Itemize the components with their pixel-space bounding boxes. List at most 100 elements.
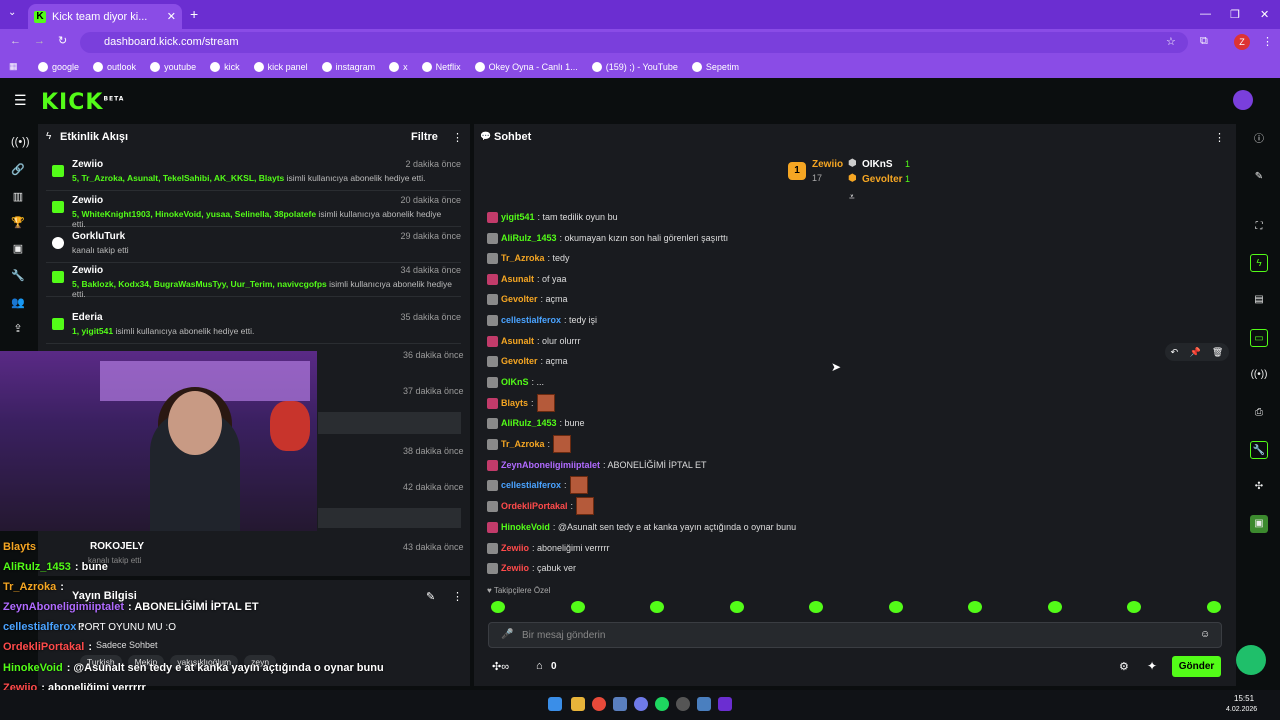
bookmark-item[interactable]: x — [389, 62, 408, 72]
printer-icon[interactable]: ⎙ — [1250, 404, 1268, 422]
event-row[interactable]: Ederia 35 dakika önce 1, yigit541 isimli k… — [46, 312, 461, 344]
tools-toggle-icon[interactable]: 🔧 — [1250, 441, 1268, 459]
live-icon[interactable]: ((•)) — [11, 136, 30, 150]
event-row[interactable]: Zewiio 2 dakika önce 5, Tr_Azroka, Asunalt… — [46, 159, 461, 191]
integrations-icon[interactable]: ✣ — [1250, 478, 1268, 496]
bookmark-item[interactable]: Sepetim — [691, 62, 739, 72]
reply-icon[interactable]: ↶ — [1171, 347, 1179, 358]
emote-icon[interactable] — [809, 601, 823, 613]
profile-avatar[interactable]: Z — [1234, 34, 1250, 50]
analytics-icon[interactable]: ▥ — [11, 190, 25, 204]
bookmark-item[interactable]: youtube — [150, 62, 196, 72]
chat-message[interactable]: Gevolter: açma — [487, 292, 568, 306]
edit-pencil-icon[interactable]: ✎ — [426, 590, 435, 603]
emote-icon[interactable] — [729, 601, 744, 613]
link-icon[interactable]: 🔗 — [11, 163, 25, 177]
pencil-icon[interactable]: ✎ — [1250, 168, 1268, 186]
close-tab-icon[interactable]: ✕ — [167, 10, 176, 23]
trophy-icon[interactable]: 🏆 — [11, 216, 25, 230]
emote-icon[interactable] — [1206, 601, 1221, 613]
chat-username[interactable]: Tr_Azroka — [501, 439, 545, 449]
wrench-icon[interactable]: 🔧 — [11, 269, 25, 283]
bookmark-item[interactable]: instagram — [321, 62, 375, 72]
reload-icon[interactable]: ↻ — [58, 34, 67, 47]
event-row-highlight[interactable] — [318, 412, 461, 434]
bookmark-item[interactable]: kick panel — [253, 62, 308, 72]
explorer-icon[interactable] — [571, 697, 585, 711]
emoji-picker-icon[interactable]: ☺ — [1200, 629, 1210, 640]
document-icon[interactable]: ▤ — [1250, 291, 1268, 309]
app-square-icon[interactable]: ▣ — [1250, 515, 1268, 533]
expand-chevron-icon[interactable]: ⩡ — [849, 192, 855, 203]
chat-message[interactable]: Tr_Azroka: — [487, 435, 572, 453]
bookmark-item[interactable]: Okey Oyna - Canlı 1... — [474, 62, 578, 72]
screen-icon[interactable]: ⛶ — [1250, 218, 1268, 236]
chat-message[interactable]: yigit541: tam tedilik oyun bu — [487, 210, 618, 224]
send-button[interactable]: Gönder — [1172, 656, 1221, 677]
menu-hamburger-icon[interactable]: ☰ — [14, 92, 27, 109]
chat-message[interactable]: Zewiio: aboneliğimi verrrrr — [487, 541, 610, 555]
chat-message[interactable]: Tr_Azroka: tedy — [487, 251, 570, 265]
store-icon[interactable]: ⌂ — [536, 660, 543, 672]
user-avatar[interactable] — [1233, 90, 1253, 110]
chat-toggle-icon[interactable]: ▭ — [1250, 329, 1268, 347]
stream-info-more-icon[interactable]: ⋮ — [452, 590, 463, 603]
info-icon[interactable]: ⓘ — [1250, 131, 1268, 149]
bookmark-item[interactable]: Netflix — [421, 62, 461, 72]
activity-more-icon[interactable]: ⋮ — [452, 131, 463, 144]
chat-message[interactable]: Asunalt: of yaa — [487, 272, 567, 286]
users-icon[interactable]: 👥 — [11, 296, 25, 310]
chat-username[interactable]: Tr_Azroka — [501, 253, 545, 263]
points-icon[interactable]: ✣∞ — [492, 660, 509, 673]
chat-message[interactable]: AliRulz_1453: bune — [487, 416, 585, 430]
bookmark-item[interactable]: outlook — [93, 62, 136, 72]
pin-icon[interactable]: 📌 — [1189, 347, 1200, 358]
video-icon[interactable]: ▣ — [11, 242, 25, 256]
discord-icon[interactable] — [634, 697, 648, 711]
chat-settings-icon[interactable]: ⚙ — [1119, 660, 1129, 673]
bookmark-star-icon[interactable]: ☆ — [1166, 35, 1176, 48]
broadcast-icon[interactable]: ((•)) — [1250, 366, 1268, 384]
chat-username[interactable]: cellestialferox — [501, 315, 561, 325]
event-row[interactable]: GorkluTurk 29 dakika önce kanalı takip ett… — [46, 231, 461, 263]
emote-icon[interactable] — [968, 601, 982, 613]
microphone-icon[interactable]: 🎤 — [501, 629, 513, 640]
chat-message[interactable]: HinokeVoid: @Asunalt sen tedy e at kanka… — [487, 520, 796, 534]
forward-icon[interactable]: → — [34, 35, 45, 47]
chat-message[interactable]: Zewiio: çabuk ver — [487, 561, 576, 575]
chat-username[interactable]: HinokeVoid — [501, 522, 550, 532]
emote-icon[interactable] — [570, 601, 585, 613]
browser-tab[interactable]: K Kick team diyor ki... ✕ — [28, 4, 182, 29]
event-row[interactable]: Zewiio 20 dakika önce 5, WhiteKnight1903, … — [46, 195, 461, 229]
chat-message[interactable]: ZeynAboneligimiiptalet: ABONELİĞİMİ İPTA… — [487, 458, 707, 472]
app-icon[interactable] — [676, 697, 690, 711]
mod-icon[interactable]: ✦ — [1147, 659, 1157, 673]
bookmark-item[interactable]: google — [38, 62, 79, 72]
chat-username[interactable]: Zewiio — [501, 563, 529, 573]
bookmark-item[interactable]: (159) ;) - YouTube — [591, 62, 678, 72]
maximize-icon[interactable]: ❐ — [1230, 8, 1240, 21]
steam2-icon[interactable] — [697, 697, 711, 711]
chat-message[interactable]: Blayts: — [487, 394, 555, 412]
chat-message[interactable]: Asunalt: olur olurrr — [487, 334, 581, 348]
chat-username[interactable]: Gevolter — [501, 294, 538, 304]
chat-username[interactable]: Blayts — [501, 398, 528, 408]
chat-message[interactable]: OIKnS: ... — [487, 375, 544, 389]
emote-icon[interactable] — [1127, 601, 1141, 613]
back-icon[interactable]: ← — [10, 35, 21, 47]
chat-username[interactable]: ZeynAboneligimiiptalet — [501, 460, 600, 470]
spotify-icon[interactable] — [655, 697, 669, 711]
chat-message[interactable]: OrdekliPortakal: — [487, 497, 595, 515]
chat-message[interactable]: Gevolter: açma — [487, 354, 568, 368]
chat-username[interactable]: cellestialferox — [501, 480, 561, 490]
activity-toggle-icon[interactable]: ϟ — [1250, 254, 1268, 272]
emote-icon[interactable] — [491, 601, 505, 613]
emote-icon[interactable] — [650, 601, 664, 613]
chat-username[interactable]: Asunalt — [501, 274, 534, 284]
chat-input[interactable]: 🎤 Bir mesaj gönderin ☺ — [488, 622, 1222, 648]
emote-icon[interactable] — [1047, 601, 1062, 613]
chat-message[interactable]: cellestialferox: — [487, 476, 588, 494]
chat-username[interactable]: Asunalt — [501, 336, 534, 346]
event-row[interactable]: Zewiio 34 dakika önce 5, Baklozk, Kodx34, … — [46, 265, 461, 299]
upload-icon[interactable]: ⇪ — [11, 322, 25, 336]
